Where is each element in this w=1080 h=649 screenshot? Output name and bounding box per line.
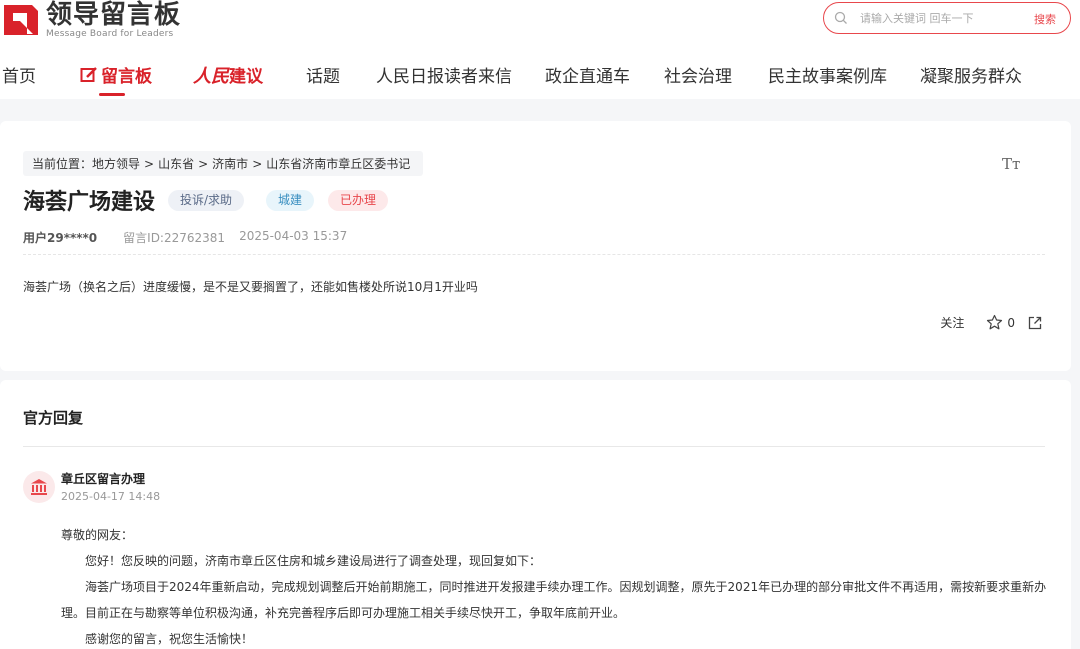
- search-input[interactable]: [860, 11, 1020, 25]
- message-actions: 关注 0: [940, 314, 1043, 331]
- nav-readers-letters[interactable]: 人民日报读者来信: [376, 62, 512, 87]
- breadcrumb: 当前位置： 地方领导 > 山东省 > 济南市 > 山东省济南市章丘区委书记: [23, 151, 424, 176]
- breadcrumb-separator: >: [144, 156, 155, 171]
- official-reply-card: 官方回复 章丘区留言办理 2025-04-17 14:48 尊敬的网友： 您好！…: [0, 380, 1071, 649]
- search-button[interactable]: 搜索: [1034, 11, 1056, 27]
- nav-people-suggestion-part2: 建议: [229, 67, 263, 87]
- logo-subtitle: Message Board for Leaders: [46, 29, 174, 39]
- nav-social-governance[interactable]: 社会治理: [664, 62, 732, 87]
- top-header: 领导留言板 Message Board for Leaders 搜索 首页 留言…: [0, 0, 1080, 99]
- breadcrumb-separator: >: [198, 156, 209, 171]
- divider: [23, 446, 1045, 447]
- nav-active-indicator: [99, 93, 125, 96]
- breadcrumb-prefix: 当前位置：: [32, 157, 93, 171]
- main-nav: 首页 留言板 人民建议 话题 人民日报读者来信 政企直通车 社会治理 民主故事案…: [0, 52, 1080, 96]
- avatar: [23, 471, 55, 503]
- logo-mark-icon: [2, 3, 40, 37]
- nav-people-suggestion-part1: 人民: [193, 66, 229, 87]
- government-building-icon: [31, 479, 47, 495]
- share-icon: [1028, 316, 1042, 329]
- nav-serve-masses[interactable]: 凝聚服务群众: [920, 62, 1022, 87]
- share-button[interactable]: [1027, 315, 1043, 331]
- message-content: 海荟广场（换名之后）进度缓慢，是不是又要搁置了，还能如售楼处所说10月1开业吗: [23, 280, 478, 294]
- breadcrumb-item[interactable]: 山东省济南市章丘区委书记: [266, 155, 410, 172]
- nav-gov-enterprise[interactable]: 政企直通车: [545, 62, 630, 87]
- font-size-icon[interactable]: Tт: [1002, 155, 1020, 173]
- message-id: 留言ID:22762381: [123, 231, 226, 245]
- reply-paragraph: 感谢您的留言，祝您生活愉快！: [85, 632, 254, 646]
- site-logo[interactable]: 领导留言板 Message Board for Leaders: [2, 0, 181, 40]
- breadcrumb-item[interactable]: 山东省: [158, 155, 194, 172]
- follow-button[interactable]: 关注: [940, 314, 964, 331]
- search-icon: [834, 11, 847, 24]
- divider: [23, 254, 1045, 255]
- logo-title: 领导留言板: [46, 0, 182, 30]
- type-badge: 投诉/求助: [168, 190, 245, 211]
- nav-message-board[interactable]: 留言板: [80, 62, 152, 87]
- replier-name: 章丘区留言办理: [61, 472, 146, 486]
- reply-body: 尊敬的网友： 您好！您反映的问题，济南市章丘区住房和城乡建设局进行了调查处理，现…: [61, 522, 1051, 649]
- search-box: 搜索: [823, 2, 1071, 34]
- edit-icon: [80, 66, 97, 82]
- author-name: 用户29****0: [23, 231, 98, 245]
- breadcrumb-item[interactable]: 地方领导: [92, 155, 140, 172]
- reply-paragraph: 您好！您反映的问题，济南市章丘区住房和城乡建设局进行了调查处理，现回复如下：: [85, 554, 542, 568]
- category-badge: 城建: [266, 190, 315, 211]
- nav-democracy-cases[interactable]: 民主故事案例库: [768, 62, 887, 87]
- reply-section-title: 官方回复: [23, 409, 84, 427]
- nav-home[interactable]: 首页: [2, 62, 36, 87]
- star-count: 0: [1007, 315, 1015, 330]
- star-icon: [987, 314, 1003, 330]
- page-title: 海荟广场建设: [23, 190, 156, 215]
- status-badge: 已办理: [328, 190, 389, 211]
- reply-paragraph: 海荟广场项目于2024年重新启动，完成规划调整后开始前期施工，同时推进开发报建手…: [61, 580, 1047, 620]
- nav-topics[interactable]: 话题: [306, 62, 340, 87]
- reply-time: 2025-04-17 14:48: [61, 490, 161, 503]
- message-datetime: 2025-04-03 15:37: [239, 229, 348, 243]
- message-card: 当前位置： 地方领导 > 山东省 > 济南市 > 山东省济南市章丘区委书记 Tт…: [0, 121, 1071, 371]
- nav-people-suggestion[interactable]: 人民建议: [193, 62, 263, 88]
- star-button[interactable]: 0: [986, 314, 1015, 331]
- breadcrumb-separator: >: [252, 156, 263, 171]
- reply-greeting: 尊敬的网友：: [61, 528, 134, 542]
- message-meta: 用户29****0 留言ID:22762381 2025-04-03 15:37: [23, 229, 347, 246]
- nav-message-board-label: 留言板: [101, 67, 152, 87]
- breadcrumb-item[interactable]: 济南市: [212, 155, 248, 172]
